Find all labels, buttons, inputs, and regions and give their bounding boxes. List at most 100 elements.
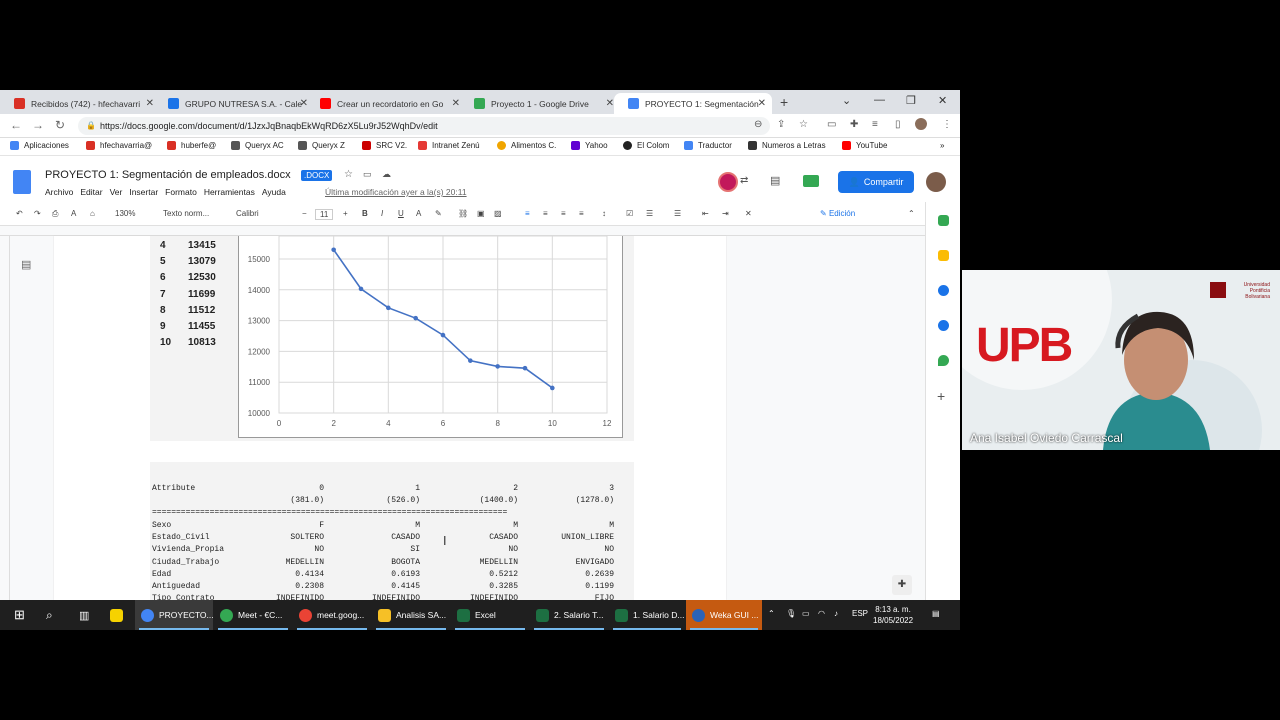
bold-icon[interactable]: B <box>362 209 368 218</box>
windows-start-icon[interactable]: ⊞ <box>8 600 25 630</box>
minimize-button[interactable]: — <box>874 94 885 106</box>
taskbar-item-salario-d[interactable]: 1. Salario D... <box>609 600 685 630</box>
taskbar-item-meet[interactable]: Meet - €C... <box>214 600 292 630</box>
redo-icon[interactable]: ↷ <box>34 209 41 218</box>
restore-button[interactable]: ❐ <box>906 94 916 107</box>
numbered-list-icon[interactable]: ☰ <box>674 209 681 218</box>
language-indicator[interactable]: ESP <box>852 609 868 618</box>
align-center-icon[interactable]: ≡ <box>543 209 548 218</box>
line-spacing-icon[interactable]: ↕ <box>602 209 606 218</box>
activity-icon[interactable]: ⇄ <box>740 175 748 186</box>
meet-icon[interactable] <box>803 175 819 187</box>
sticky-notes-icon[interactable] <box>104 600 128 630</box>
close-icon[interactable]: ✕ <box>146 98 154 109</box>
bookmark-item[interactable]: El Colom <box>623 141 669 150</box>
decrease-size-icon[interactable]: − <box>302 209 307 218</box>
bookmark-item[interactable]: YouTube <box>842 141 887 150</box>
contacts-icon[interactable] <box>938 320 949 331</box>
profile-avatar[interactable] <box>926 172 946 192</box>
chevron-up-icon[interactable]: ⌃ <box>908 209 915 218</box>
tab-youtube[interactable]: Crear un recordatorio en Go ✕ <box>306 93 466 114</box>
increase-indent-icon[interactable]: ⇥ <box>722 209 729 218</box>
bookmark-item[interactable]: hfechavarria@ <box>86 141 152 150</box>
bookmark-item[interactable]: Numeros a Letras <box>748 141 826 150</box>
bookmark-item[interactable]: huberfe@ <box>167 141 216 150</box>
keep-icon[interactable] <box>938 250 949 261</box>
screenshot-icon[interactable]: ▭ <box>827 119 836 130</box>
text-color-icon[interactable]: A <box>416 209 421 218</box>
tab-gmail[interactable]: Recibidos (742) - hfechavarri ✕ <box>0 93 160 114</box>
bookmark-item[interactable]: Traductor <box>684 141 732 150</box>
microphone-icon[interactable]: 🎙 <box>786 609 796 618</box>
cloud-status-icon[interactable]: ☁ <box>382 169 391 180</box>
share-page-icon[interactable]: ⇪ <box>777 119 785 130</box>
zoom-icon[interactable]: ⊖ <box>754 119 762 130</box>
underline-icon[interactable]: U <box>398 209 404 218</box>
decrease-indent-icon[interactable]: ⇤ <box>702 209 709 218</box>
docs-logo-icon[interactable] <box>13 170 31 194</box>
move-folder-icon[interactable]: ▭ <box>363 169 372 180</box>
paint-format-icon[interactable]: ⌂ <box>90 209 95 218</box>
taskbar-item-salario-t[interactable]: 2. Salario T... <box>530 600 608 630</box>
undo-icon[interactable]: ↶ <box>16 209 23 218</box>
image-icon[interactable]: ▨ <box>494 209 502 218</box>
outline-icon[interactable]: ▤ <box>21 258 31 271</box>
tab-drive[interactable]: Proyecto 1 - Google Drive ✕ <box>460 93 620 114</box>
star-icon[interactable]: ☆ <box>344 169 353 180</box>
taskbar-item-meet-google[interactable]: meet.goog... <box>293 600 371 630</box>
justify-icon[interactable]: ≡ <box>579 209 584 218</box>
bookmark-item[interactable]: Queryx Z <box>298 141 345 150</box>
menu-insertar[interactable]: Insertar <box>129 187 158 197</box>
taskbar-item-proyecto[interactable]: PROYECTO... <box>135 600 214 630</box>
close-icon[interactable]: ✕ <box>452 98 460 109</box>
line-chart[interactable]: 10000 11000 12000 13000 14000 15000 0 2 4 6 8 10 12 <box>238 235 623 438</box>
tasks-icon[interactable] <box>938 285 949 296</box>
comments-icon[interactable]: ▤ <box>770 174 780 187</box>
menu-icon[interactable]: ⋮ <box>942 119 952 130</box>
menu-ver[interactable]: Ver <box>110 187 123 197</box>
back-icon[interactable]: ← <box>10 118 22 132</box>
align-right-icon[interactable]: ≡ <box>561 209 566 218</box>
tab-calendar[interactable]: GRUPO NUTRESA S.A. - Cale ✕ <box>154 93 314 114</box>
bookmark-item[interactable]: SRC V2. <box>362 141 407 150</box>
style-select[interactable]: Texto norm... <box>163 209 209 218</box>
clear-format-icon[interactable]: ✕ <box>745 209 752 218</box>
font-size-input[interactable]: 11 <box>315 209 334 220</box>
highlight-icon[interactable]: ✎ <box>435 209 442 218</box>
close-icon[interactable]: ✕ <box>606 98 614 109</box>
close-icon[interactable]: ✕ <box>758 98 766 109</box>
menu-formato[interactable]: Formato <box>165 187 197 197</box>
editing-mode-select[interactable]: ✎ Edición <box>820 209 855 218</box>
close-window-button[interactable]: ✕ <box>938 94 947 107</box>
more-bookmarks-icon[interactable]: » <box>940 141 944 150</box>
bookmark-item[interactable]: Alimentos C. <box>497 141 556 150</box>
menu-ayuda[interactable]: Ayuda <box>262 187 286 197</box>
volume-icon[interactable]: ♪ <box>834 609 838 618</box>
share-button[interactable]: 👤 Compartir <box>838 171 914 193</box>
notifications-icon[interactable]: ▤ <box>932 609 940 618</box>
bullet-list-icon[interactable]: ☰ <box>646 209 653 218</box>
bookmark-item[interactable]: Queryx AC <box>231 141 284 150</box>
link-icon[interactable]: ⛓ <box>458 209 468 218</box>
star-icon[interactable]: ☆ <box>799 119 808 130</box>
profile-avatar[interactable] <box>915 118 927 130</box>
italic-icon[interactable]: I <box>381 209 383 218</box>
spellcheck-icon[interactable]: A <box>71 209 76 218</box>
doc-title[interactable]: PROYECTO 1: Segmentación de empleados.do… <box>45 169 291 181</box>
horizontal-ruler[interactable] <box>0 226 925 236</box>
menu-archivo[interactable]: Archivo <box>45 187 73 197</box>
increase-size-icon[interactable]: + <box>343 209 348 218</box>
bookmark-apps[interactable]: Aplicaciones <box>10 141 69 150</box>
sheets-icon[interactable] <box>938 215 949 226</box>
bookmark-item[interactable]: Intranet Zenú <box>418 141 480 150</box>
clock[interactable]: 8:13 a. m. 18/05/2022 <box>873 604 913 626</box>
battery-icon[interactable]: ▭ <box>802 609 810 618</box>
add-explore-icon[interactable]: ✚ <box>892 575 912 595</box>
bookmark-item[interactable]: Yahoo <box>571 141 608 150</box>
menu-herramientas[interactable]: Herramientas <box>204 187 255 197</box>
last-modified-link[interactable]: Última modificación ayer a la(s) 20:11 <box>325 187 467 197</box>
menu-editar[interactable]: Editar <box>80 187 102 197</box>
extensions-icon[interactable]: ✚ <box>850 119 858 130</box>
tab-docs-active[interactable]: PROYECTO 1: Segmentación ✕ <box>614 93 772 114</box>
new-tab-button[interactable]: + <box>780 94 788 110</box>
